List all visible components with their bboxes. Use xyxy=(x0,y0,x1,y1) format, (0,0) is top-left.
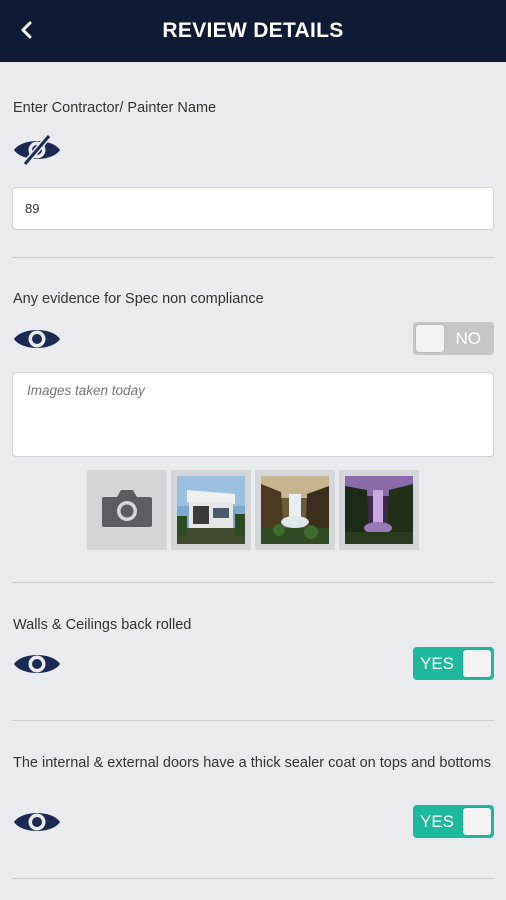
toggle-label: YES xyxy=(420,812,455,831)
page-title: REVIEW DETAILS xyxy=(162,19,344,42)
chevron-left-icon xyxy=(21,21,32,39)
photo-thumbnail-waterfall[interactable] xyxy=(255,470,335,550)
app-header: REVIEW DETAILS xyxy=(0,0,506,62)
toggle-label: NO xyxy=(455,329,482,348)
eye-icon xyxy=(14,655,60,673)
eye-icon xyxy=(14,330,60,348)
eye-icon xyxy=(14,813,60,831)
doors-toggle[interactable]: YES xyxy=(413,805,494,838)
evidence-label: Any evidence for Spec non compliance xyxy=(13,291,264,307)
evidence-toggle[interactable]: NO xyxy=(413,322,494,355)
walls-toggle[interactable]: YES xyxy=(413,647,494,680)
waterfall-photo xyxy=(261,476,329,544)
house-photo xyxy=(177,476,245,544)
evidence-visibility-toggle[interactable] xyxy=(12,322,62,356)
photo-thumbnail-house[interactable] xyxy=(171,470,251,550)
toggle-knob xyxy=(463,808,491,835)
doors-label: The internal & external doors have a thi… xyxy=(13,755,491,771)
divider xyxy=(12,878,494,879)
back-button[interactable] xyxy=(10,13,44,47)
eye-slash-icon xyxy=(14,134,60,166)
contractor-name-input[interactable] xyxy=(12,187,494,230)
camera-button[interactable] xyxy=(87,470,167,550)
walls-visibility-toggle[interactable] xyxy=(12,647,62,681)
toggle-knob xyxy=(416,325,444,352)
divider xyxy=(12,720,494,721)
doors-visibility-toggle[interactable] xyxy=(12,805,62,839)
photo-thumbnail-purple-waterfall[interactable] xyxy=(339,470,419,550)
divider xyxy=(12,257,494,258)
camera-icon xyxy=(102,490,152,527)
toggle-label: YES xyxy=(420,654,455,673)
walls-label: Walls & Ceilings back rolled xyxy=(13,617,192,633)
purple-waterfall-photo xyxy=(345,476,413,544)
contractor-label: Enter Contractor/ Painter Name xyxy=(13,100,217,116)
evidence-notes-textarea[interactable] xyxy=(12,372,494,457)
divider xyxy=(12,582,494,583)
contractor-visibility-toggle[interactable] xyxy=(12,133,62,167)
toggle-knob xyxy=(463,650,491,677)
